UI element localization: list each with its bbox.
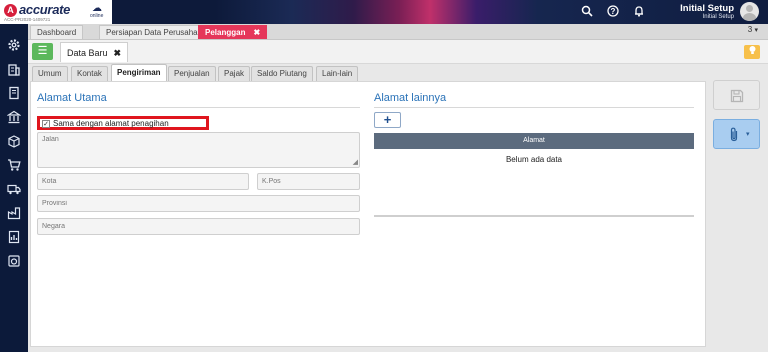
sidebar (0, 24, 28, 352)
tab-saldo-piutang[interactable]: Saldo Piutang (251, 66, 313, 81)
truck-icon[interactable] (6, 182, 22, 198)
same-as-billing-checkbox[interactable]: ✓ (42, 120, 50, 128)
divider (374, 107, 694, 108)
provinsi-field[interactable] (37, 195, 360, 212)
app-logo[interactable]: A accurate ☁ online ACC-PR2020-1409721 (0, 0, 112, 24)
resize-grip-icon[interactable]: ◢ (353, 159, 358, 166)
doc-tab-data-baru[interactable]: Data Baru ✖ (60, 42, 129, 62)
tab-label: Pelanggan (205, 28, 246, 37)
chevron-down-icon: ▾ (746, 131, 750, 138)
close-icon[interactable]: ✖ (114, 48, 122, 58)
jalan-input[interactable] (42, 136, 355, 164)
avatar[interactable] (740, 2, 759, 21)
tab-lain-lain[interactable]: Lain-lain (316, 66, 359, 81)
tab-label: Persiapan Data Perusahaan (106, 28, 207, 37)
kota-field[interactable] (37, 173, 249, 190)
document-bar: ☰ Data Baru ✖ (28, 40, 768, 64)
doc-tab-label: Data Baru (67, 48, 108, 58)
tab-pajak[interactable]: Pajak (218, 66, 251, 81)
logo-edition: online (90, 13, 104, 19)
gear-icon[interactable] (6, 38, 22, 54)
logo-id: ACC-PR2020-1409721 (4, 17, 51, 22)
search-icon[interactable] (580, 5, 594, 19)
negara-field[interactable] (37, 218, 360, 235)
tab-label: Dashboard (37, 28, 77, 37)
kpos-field[interactable] (257, 173, 360, 190)
jalan-field[interactable]: ◢ (37, 132, 360, 168)
tab-pelanggan[interactable]: Pelanggan ✖ (198, 25, 268, 39)
bank-icon[interactable] (6, 110, 22, 126)
logo-name: accurate (19, 2, 71, 17)
save-button[interactable] (713, 80, 760, 110)
box-icon[interactable] (6, 134, 22, 150)
divider (37, 107, 360, 108)
dashboard-icon[interactable] (6, 254, 22, 270)
cart-icon[interactable] (6, 158, 22, 174)
bell-icon[interactable] (632, 5, 646, 19)
form-tabs: Umum Kontak Pengiriman Penjualan Pajak S… (28, 64, 708, 81)
kpos-input[interactable] (262, 177, 355, 186)
save-icon (730, 89, 744, 103)
tab-dashboard[interactable]: Dashboard (30, 25, 84, 39)
chevron-down-icon: ▾ (754, 27, 758, 34)
tab-penjualan[interactable]: Penjualan (168, 66, 216, 81)
empty-state-text: Belum ada data (505, 155, 563, 164)
provinsi-input[interactable] (42, 199, 355, 208)
form-panel: Alamat Utama ✓ Sama dengan alamat penagi… (30, 81, 706, 347)
paperclip-icon (729, 127, 739, 145)
open-tab-count[interactable]: 3 ▾ (748, 25, 758, 34)
close-icon[interactable]: ✖ (253, 28, 260, 37)
user-name[interactable]: Initial Setup (680, 3, 734, 14)
tab-umum[interactable]: Umum (32, 66, 68, 81)
section-title-alamat-utama: Alamat Utama (37, 92, 107, 104)
svg-text:?: ? (611, 7, 616, 16)
same-as-billing-row[interactable]: ✓ Sama dengan alamat penagihan (37, 116, 209, 130)
attachment-button[interactable]: ▾ (713, 119, 760, 149)
section-title-alamat-lainnya: Alamat lainnya (374, 92, 447, 104)
top-bar: A accurate ☁ online ACC-PR2020-1409721 ?… (0, 0, 768, 24)
lightbulb-icon[interactable] (744, 45, 760, 59)
help-icon[interactable]: ? (606, 5, 620, 19)
tab-kontak[interactable]: Kontak (71, 66, 108, 81)
report-icon[interactable] (6, 230, 22, 246)
same-as-billing-label: Sama dengan alamat penagihan (53, 119, 169, 128)
user-subtitle: Initial Setup (702, 14, 734, 20)
kota-input[interactable] (42, 177, 244, 186)
factory-icon[interactable] (6, 206, 22, 222)
address-grid: Belum ada data (374, 149, 694, 217)
negara-input[interactable] (42, 222, 355, 231)
building-icon[interactable] (6, 62, 22, 78)
add-address-button[interactable]: + (374, 112, 401, 128)
book-icon[interactable] (6, 86, 22, 102)
address-grid-header[interactable]: Alamat (374, 133, 694, 149)
logo-mark: A (4, 4, 17, 17)
window-tabs: Dashboard Persiapan Data Perusahaan Pela… (28, 24, 768, 40)
tab-pengiriman[interactable]: Pengiriman (111, 64, 167, 81)
tab-persiapan-data-perusahaan[interactable]: Persiapan Data Perusahaan (99, 25, 214, 39)
menu-button[interactable]: ☰ (32, 43, 53, 60)
